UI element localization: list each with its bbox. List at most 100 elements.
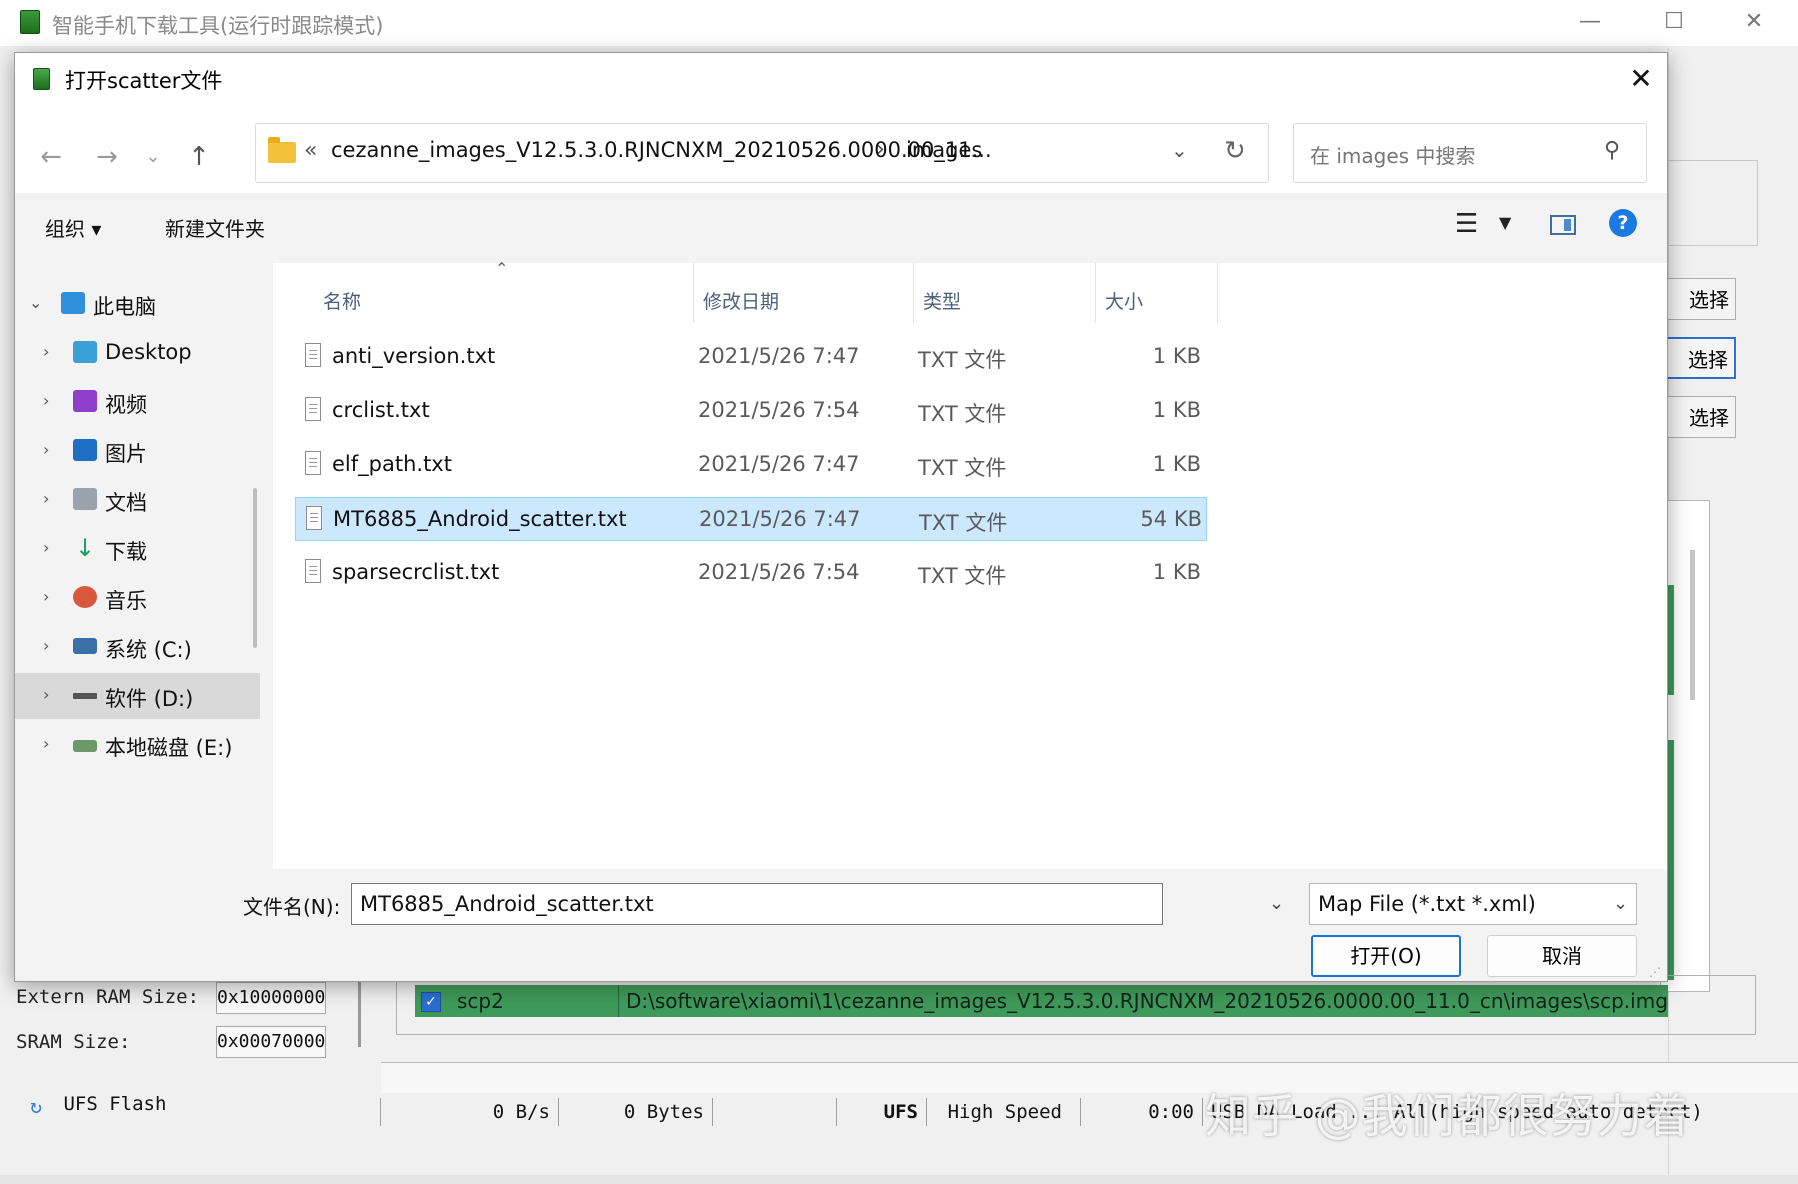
select-button-3[interactable]: 选择 — [1660, 396, 1736, 438]
nav-item-videos[interactable]: › 视频 — [15, 379, 260, 425]
collapse-chevron-icon[interactable]: › — [43, 342, 49, 361]
text-file-icon — [305, 343, 321, 367]
breadcrumb-current[interactable]: images — [906, 138, 982, 162]
nav-label: 此电脑 — [93, 295, 156, 319]
help-icon[interactable]: ? — [1609, 209, 1637, 237]
nav-label: 音乐 — [105, 589, 147, 613]
back-arrow-icon[interactable]: ← — [33, 139, 69, 175]
file-name: elf_path.txt — [332, 452, 452, 476]
partition-checkbox[interactable]: ✓ — [421, 992, 441, 1012]
file-type: TXT 文件 — [918, 348, 1007, 372]
collapse-chevron-icon[interactable]: › — [43, 734, 49, 753]
nav-item-pictures[interactable]: › 图片 — [15, 428, 260, 474]
file-row[interactable]: sparsecrclist.txt 2021/5/26 7:54 TXT 文件 … — [295, 551, 1207, 595]
breadcrumb-parent[interactable]: cezanne_images_V12.5.3.0.RJNCNXM_2021052… — [331, 138, 992, 162]
maximize-button[interactable]: ☐ — [1644, 4, 1704, 40]
column-divider[interactable] — [1217, 263, 1218, 323]
file-list: ⌃ 名称 修改日期 类型 大小 anti_version.txt 2021/5/… — [273, 259, 1665, 869]
search-icon[interactable]: ⚲ — [1604, 138, 1620, 163]
file-row[interactable]: anti_version.txt 2021/5/26 7:47 TXT 文件 1… — [295, 335, 1207, 379]
nav-label: 视频 — [105, 393, 147, 417]
collapse-chevron-icon[interactable]: › — [43, 440, 49, 459]
nav-item-downloads[interactable]: › ↓ 下载 — [15, 526, 260, 572]
nav-item-desktop[interactable]: › Desktop — [15, 330, 260, 376]
local-disk-icon — [73, 740, 97, 752]
refresh-icon[interactable]: ↻ — [1224, 136, 1246, 166]
drive-icon — [73, 693, 97, 699]
list-scrollbar[interactable] — [1690, 550, 1695, 700]
column-header-date[interactable]: 修改日期 — [703, 287, 779, 314]
column-divider[interactable] — [1095, 263, 1096, 323]
select-button-1[interactable]: 选择 — [1660, 278, 1736, 320]
nav-label: 系统 (C:) — [105, 638, 192, 662]
collapse-chevron-icon[interactable]: › — [43, 538, 49, 557]
column-divider[interactable] — [913, 263, 914, 323]
file-type-select[interactable]: Map File (*.txt *.xml) — [1309, 883, 1637, 925]
dialog-close-button[interactable]: ✕ — [1621, 59, 1661, 99]
collapse-chevron-icon[interactable]: › — [43, 587, 49, 606]
nav-item-documents[interactable]: › 文档 — [15, 477, 260, 523]
nav-item-drive-d[interactable]: › 软件 (D:) — [15, 673, 260, 719]
select-button-2[interactable]: 选择 — [1660, 337, 1736, 379]
nav-item-drive-c[interactable]: › 系统 (C:) — [15, 624, 260, 670]
video-icon — [73, 390, 97, 412]
collapse-chevron-icon[interactable]: › — [43, 685, 49, 704]
file-date: 2021/5/26 7:47 — [698, 344, 860, 368]
recent-chevron-icon[interactable]: ⌄ — [135, 139, 171, 175]
organize-menu-button[interactable]: 组织 ▾ — [45, 213, 101, 242]
breadcrumb-chevron-icon[interactable]: › — [876, 137, 885, 162]
view-dropdown-icon[interactable]: ▼ — [1499, 213, 1511, 232]
navigation-pane: ⌄ 此电脑 › Desktop › 视频 › 图片 › 文档 › ↓ 下载 › … — [15, 263, 273, 869]
address-bar[interactable]: « cezanne_images_V12.5.3.0.RJNCNXM_20210… — [255, 123, 1269, 183]
search-input[interactable]: 在 images 中搜索 ⚲ — [1293, 123, 1647, 183]
file-type: TXT 文件 — [918, 456, 1007, 480]
collapse-chevron-icon[interactable]: › — [43, 391, 49, 410]
app-close-button[interactable]: ✕ — [1724, 4, 1784, 40]
filename-input[interactable]: MT6885_Android_scatter.txt — [351, 883, 1163, 925]
app-groupbox — [1660, 160, 1758, 246]
open-button[interactable]: 打开(O) — [1311, 935, 1461, 977]
filename-dropdown-icon[interactable]: ⌄ — [1269, 893, 1284, 914]
file-date: 2021/5/26 7:47 — [699, 507, 861, 531]
preview-pane-icon[interactable] — [1550, 215, 1576, 235]
nav-scrollbar[interactable] — [253, 488, 257, 648]
minimize-button[interactable]: — — [1560, 4, 1620, 40]
file-size: 54 KB — [1140, 507, 1202, 531]
file-row[interactable]: elf_path.txt 2021/5/26 7:47 TXT 文件 1 KB — [295, 443, 1207, 487]
collapse-chevron-icon[interactable]: › — [43, 636, 49, 655]
file-row-selected[interactable]: MT6885_Android_scatter.txt 2021/5/26 7:4… — [295, 497, 1207, 541]
nav-item-drive-e[interactable]: › 本地磁盘 (E:) — [15, 722, 260, 768]
storage-type-row: ↻ UFS Flash — [30, 1093, 166, 1118]
up-arrow-icon[interactable]: ↑ — [181, 139, 217, 175]
resize-grip-icon[interactable]: ⋰ — [1649, 965, 1661, 979]
nav-label: 下载 — [105, 540, 147, 564]
view-options-icon[interactable]: ☰ — [1455, 209, 1478, 239]
file-size: 1 KB — [1152, 398, 1201, 422]
dialog-toolbar: 组织 ▾ 新建文件夹 ☰ ▼ ? — [15, 193, 1667, 263]
forward-arrow-icon[interactable]: → — [89, 139, 125, 175]
nav-item-music[interactable]: › 音乐 — [15, 575, 260, 621]
column-divider[interactable] — [693, 263, 694, 323]
collapse-chevron-icon[interactable]: › — [43, 489, 49, 508]
file-name: anti_version.txt — [332, 344, 496, 368]
file-name: MT6885_Android_scatter.txt — [333, 507, 627, 531]
new-folder-button[interactable]: 新建文件夹 — [165, 213, 265, 242]
text-file-icon — [305, 397, 321, 421]
breadcrumb-overflow[interactable]: « — [304, 138, 317, 163]
address-dropdown-icon[interactable]: ⌄ — [1171, 138, 1188, 162]
column-header-name[interactable]: 名称 — [323, 287, 361, 314]
extern-ram-value: 0x100000000 — [216, 982, 326, 1014]
dialog-app-icon — [33, 68, 50, 90]
extern-ram-label: Extern RAM Size: — [16, 986, 200, 1008]
expand-chevron-icon[interactable]: ⌄ — [29, 293, 42, 312]
file-type-dropdown-icon[interactable]: ⌄ — [1613, 893, 1628, 914]
refresh-icon: ↻ — [30, 1093, 43, 1118]
column-header-size[interactable]: 大小 — [1105, 287, 1143, 314]
nav-item-this-pc[interactable]: ⌄ 此电脑 — [15, 281, 260, 327]
nav-label: 文档 — [105, 491, 147, 515]
cancel-button[interactable]: 取消 — [1487, 935, 1637, 977]
column-header-type[interactable]: 类型 — [923, 287, 961, 314]
nav-label: 软件 (D:) — [105, 687, 194, 711]
partition-row-scp2[interactable]: ✓ scp2 D:\software\xiaomi\1\cezanne_imag… — [415, 985, 1668, 1017]
file-row[interactable]: crclist.txt 2021/5/26 7:54 TXT 文件 1 KB — [295, 389, 1207, 433]
